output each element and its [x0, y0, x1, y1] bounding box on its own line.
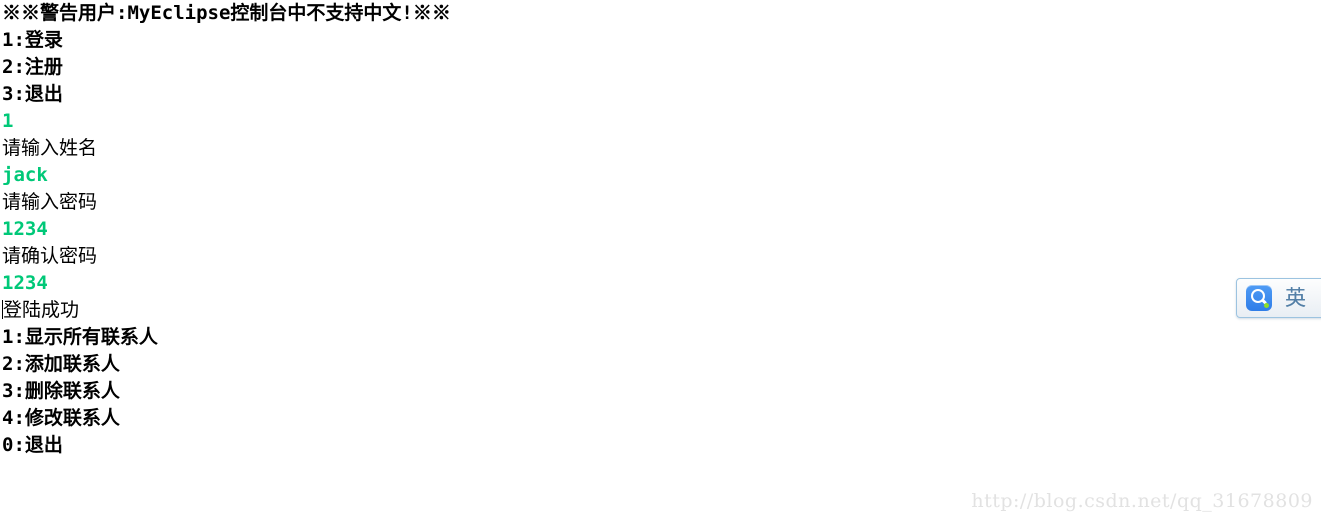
console-line-menu-option: 2:注册 [2, 56, 63, 78]
console-line-warning-banner: ※※警告用户:MyEclipse控制台中不支持中文!※※ [2, 2, 451, 24]
console-line-menu-option: 1:登录 [2, 29, 63, 51]
console-line-menu-option: 4:修改联系人 [2, 407, 120, 429]
watermark-url: http://blog.csdn.net/qq_31678809 [971, 490, 1313, 512]
console-line-menu-option: 3:退出 [2, 83, 63, 105]
console-line-prompt: 请确认密码 [2, 245, 98, 267]
console-line-text: 登陆成功 [3, 299, 80, 321]
console-line-menu-option: 0:退出 [2, 434, 63, 456]
console-line-user-input: 1234 [2, 272, 48, 294]
status-dot-icon [1264, 303, 1269, 308]
sogou-logo-icon[interactable] [1246, 285, 1272, 311]
console-output[interactable]: ※※警告用户:MyEclipse控制台中不支持中文!※※ 1:登录 2:注册 3:退出… [0, 0, 1321, 459]
console-line-user-input: 1234 [2, 218, 48, 240]
console-line-prompt: 请输入密码 [2, 191, 98, 213]
console-line-prompt: 请输入姓名 [2, 137, 98, 159]
console-line-status: 登陆成功 [0, 297, 1321, 324]
ime-floating-toolbar[interactable]: 英 [1236, 278, 1321, 318]
console-line-user-input: 1 [2, 110, 14, 132]
console-line-menu-option: 2:添加联系人 [2, 353, 120, 375]
console-line-user-input: jack [2, 164, 48, 186]
console-line-menu-option: 1:显示所有联系人 [2, 326, 158, 348]
console-line-menu-option: 3:删除联系人 [2, 380, 120, 402]
ime-mode-label[interactable]: 英 [1285, 287, 1306, 309]
